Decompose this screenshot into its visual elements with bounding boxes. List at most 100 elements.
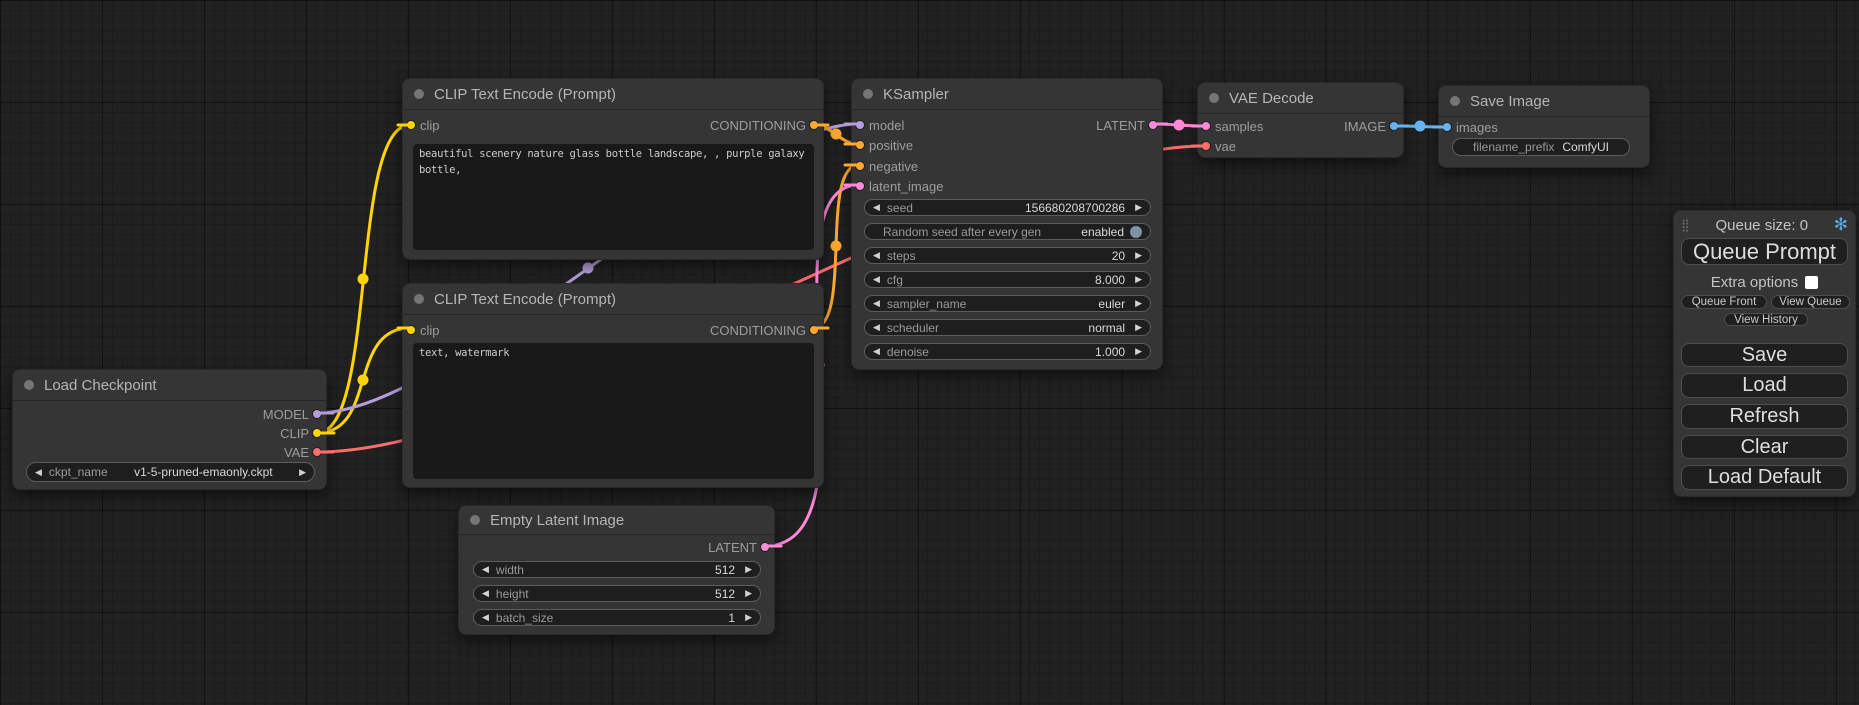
slot-label-negative: negative bbox=[869, 159, 918, 174]
cfg-number-widget[interactable]: ◀ cfg 8.000 ▶ bbox=[864, 271, 1151, 288]
collapse-dot-icon[interactable] bbox=[863, 89, 873, 99]
model-input-dot[interactable] bbox=[855, 120, 865, 130]
node-title-bar[interactable]: KSampler bbox=[852, 79, 1162, 110]
node-title: CLIP Text Encode (Prompt) bbox=[434, 291, 616, 308]
stepper-right-arrow-icon[interactable]: ▶ bbox=[1135, 250, 1142, 261]
width-number-widget[interactable]: ◀ width 512 ▶ bbox=[473, 561, 761, 578]
queue-prompt-button[interactable]: Queue Prompt bbox=[1681, 238, 1848, 265]
collapse-dot-icon[interactable] bbox=[24, 380, 34, 390]
clip-input-dot[interactable] bbox=[406, 325, 416, 335]
stepper-right-arrow-icon[interactable]: ▶ bbox=[745, 588, 752, 599]
latent-output-dot[interactable] bbox=[760, 542, 770, 552]
latent-output-dot[interactable] bbox=[1148, 120, 1158, 130]
node-clip-text-encode-negative[interactable]: CLIP Text Encode (Prompt) clip CONDITION… bbox=[402, 283, 824, 488]
images-input-dot[interactable] bbox=[1442, 122, 1452, 132]
clip-output-dot[interactable] bbox=[312, 428, 322, 438]
sampler-name-combo[interactable]: ◀ sampler_name euler ▶ bbox=[864, 295, 1151, 312]
combo-left-arrow-icon[interactable]: ◀ bbox=[35, 467, 42, 478]
queue-front-button[interactable]: Queue Front bbox=[1681, 295, 1767, 309]
view-queue-button[interactable]: View Queue bbox=[1771, 295, 1850, 309]
collapse-dot-icon[interactable] bbox=[414, 89, 424, 99]
extra-options-row: Extra options bbox=[1674, 274, 1855, 290]
toggle-knob-icon[interactable] bbox=[1130, 226, 1142, 238]
node-title-bar[interactable]: CLIP Text Encode (Prompt) bbox=[403, 79, 823, 110]
settings-gear-icon[interactable]: ✻ bbox=[1834, 215, 1848, 235]
link-middot bbox=[358, 274, 369, 285]
node-clip-text-encode-positive[interactable]: CLIP Text Encode (Prompt) clip CONDITION… bbox=[402, 78, 824, 260]
stepper-left-arrow-icon[interactable]: ◀ bbox=[482, 588, 489, 599]
slot-label: CLIP bbox=[280, 426, 309, 441]
conditioning-output-dot[interactable] bbox=[809, 120, 819, 130]
extra-options-checkbox[interactable] bbox=[1805, 276, 1818, 289]
drag-handle-icon[interactable]: ⣿ bbox=[1681, 218, 1690, 232]
clip-input-dot[interactable] bbox=[406, 120, 416, 130]
random-seed-toggle-widget[interactable]: Random seed after every gen enabled bbox=[864, 223, 1151, 240]
vae-input-dot[interactable] bbox=[1201, 141, 1211, 151]
negative-input-dot[interactable] bbox=[855, 161, 865, 171]
vae-output-dot[interactable] bbox=[312, 447, 322, 457]
combo-right-arrow-icon[interactable]: ▶ bbox=[299, 467, 306, 478]
node-empty-latent-image[interactable]: Empty Latent Image LATENT ◀ width 512 ▶ … bbox=[458, 505, 775, 635]
samples-input-dot[interactable] bbox=[1201, 121, 1211, 131]
node-vae-decode[interactable]: VAE Decode samples IMAGE vae bbox=[1197, 82, 1404, 158]
combo-right-arrow-icon[interactable]: ▶ bbox=[1135, 298, 1142, 309]
load-button[interactable]: Load bbox=[1681, 373, 1848, 398]
node-save-image[interactable]: Save Image images filename_prefix ComfyU… bbox=[1438, 85, 1650, 168]
save-button[interactable]: Save bbox=[1681, 343, 1848, 367]
node-title-bar[interactable]: VAE Decode bbox=[1198, 83, 1403, 114]
denoise-number-widget[interactable]: ◀ denoise 1.000 ▶ bbox=[864, 343, 1151, 360]
collapse-dot-icon[interactable] bbox=[470, 515, 480, 525]
stepper-left-arrow-icon[interactable]: ◀ bbox=[482, 564, 489, 575]
stepper-left-arrow-icon[interactable]: ◀ bbox=[873, 274, 880, 285]
stepper-right-arrow-icon[interactable]: ▶ bbox=[1135, 346, 1142, 357]
collapse-dot-icon[interactable] bbox=[1450, 96, 1460, 106]
widget-value: 512 bbox=[715, 587, 735, 601]
model-output-dot[interactable] bbox=[312, 409, 322, 419]
clear-button[interactable]: Clear bbox=[1681, 435, 1848, 459]
widget-value: 1 bbox=[728, 611, 735, 625]
latent-image-input-dot[interactable] bbox=[855, 181, 865, 191]
filename-prefix-widget[interactable]: filename_prefix ComfyUI bbox=[1452, 138, 1630, 156]
node-title-bar[interactable]: Save Image bbox=[1439, 86, 1649, 117]
ckpt-name-combo[interactable]: ◀ ckpt_name v1-5-pruned-emaonly.ckpt ▶ bbox=[26, 462, 315, 482]
stepper-left-arrow-icon[interactable]: ◀ bbox=[873, 346, 880, 357]
stepper-left-arrow-icon[interactable]: ◀ bbox=[873, 202, 880, 213]
node-title-bar[interactable]: Empty Latent Image bbox=[459, 506, 774, 535]
scheduler-combo[interactable]: ◀ scheduler normal ▶ bbox=[864, 319, 1151, 336]
stepper-right-arrow-icon[interactable]: ▶ bbox=[1135, 274, 1142, 285]
combo-right-arrow-icon[interactable]: ▶ bbox=[1135, 322, 1142, 333]
menu-header: ⣿ Queue size: 0 ✻ bbox=[1674, 214, 1855, 236]
seed-number-widget[interactable]: ◀ seed 156680208700286 ▶ bbox=[864, 199, 1151, 216]
height-number-widget[interactable]: ◀ height 512 ▶ bbox=[473, 585, 761, 602]
view-history-button[interactable]: View History bbox=[1724, 313, 1808, 326]
collapse-dot-icon[interactable] bbox=[1209, 93, 1219, 103]
batch-size-number-widget[interactable]: ◀ batch_size 1 ▶ bbox=[473, 609, 761, 626]
slot-label-image: IMAGE bbox=[1344, 119, 1386, 134]
positive-input-dot[interactable] bbox=[855, 140, 865, 150]
refresh-button[interactable]: Refresh bbox=[1681, 404, 1848, 429]
stepper-left-arrow-icon[interactable]: ◀ bbox=[873, 250, 880, 261]
node-graph-canvas[interactable]: Load Checkpoint MODEL CLIP VAE ◀ ckpt_na… bbox=[0, 0, 1859, 705]
image-output-dot[interactable] bbox=[1389, 121, 1399, 131]
stepper-right-arrow-icon[interactable]: ▶ bbox=[1135, 202, 1142, 213]
node-title-bar[interactable]: CLIP Text Encode (Prompt) bbox=[403, 284, 823, 315]
widget-value: 156680208700286 bbox=[1025, 201, 1125, 215]
negative-prompt-textarea[interactable]: text, watermark bbox=[413, 343, 814, 479]
stepper-left-arrow-icon[interactable]: ◀ bbox=[482, 612, 489, 623]
extra-options-label: Extra options bbox=[1711, 274, 1799, 291]
combo-left-arrow-icon[interactable]: ◀ bbox=[873, 322, 880, 333]
conditioning-output-dot[interactable] bbox=[809, 325, 819, 335]
slot-row-latent-image: latent_image bbox=[852, 176, 1162, 196]
positive-prompt-textarea[interactable]: beautiful scenery nature glass bottle la… bbox=[413, 144, 814, 250]
load-default-button[interactable]: Load Default bbox=[1681, 465, 1848, 490]
node-title-bar[interactable]: Load Checkpoint bbox=[13, 370, 326, 401]
collapse-dot-icon[interactable] bbox=[414, 294, 424, 304]
combo-left-arrow-icon[interactable]: ◀ bbox=[873, 298, 880, 309]
stepper-right-arrow-icon[interactable]: ▶ bbox=[745, 612, 752, 623]
stepper-right-arrow-icon[interactable]: ▶ bbox=[745, 564, 752, 575]
link-middot bbox=[1174, 120, 1185, 131]
widget-value: euler bbox=[1098, 297, 1125, 311]
node-ksampler[interactable]: KSampler model LATENT positive negative … bbox=[851, 78, 1163, 370]
node-load-checkpoint[interactable]: Load Checkpoint MODEL CLIP VAE ◀ ckpt_na… bbox=[12, 369, 327, 490]
steps-number-widget[interactable]: ◀ steps 20 ▶ bbox=[864, 247, 1151, 264]
